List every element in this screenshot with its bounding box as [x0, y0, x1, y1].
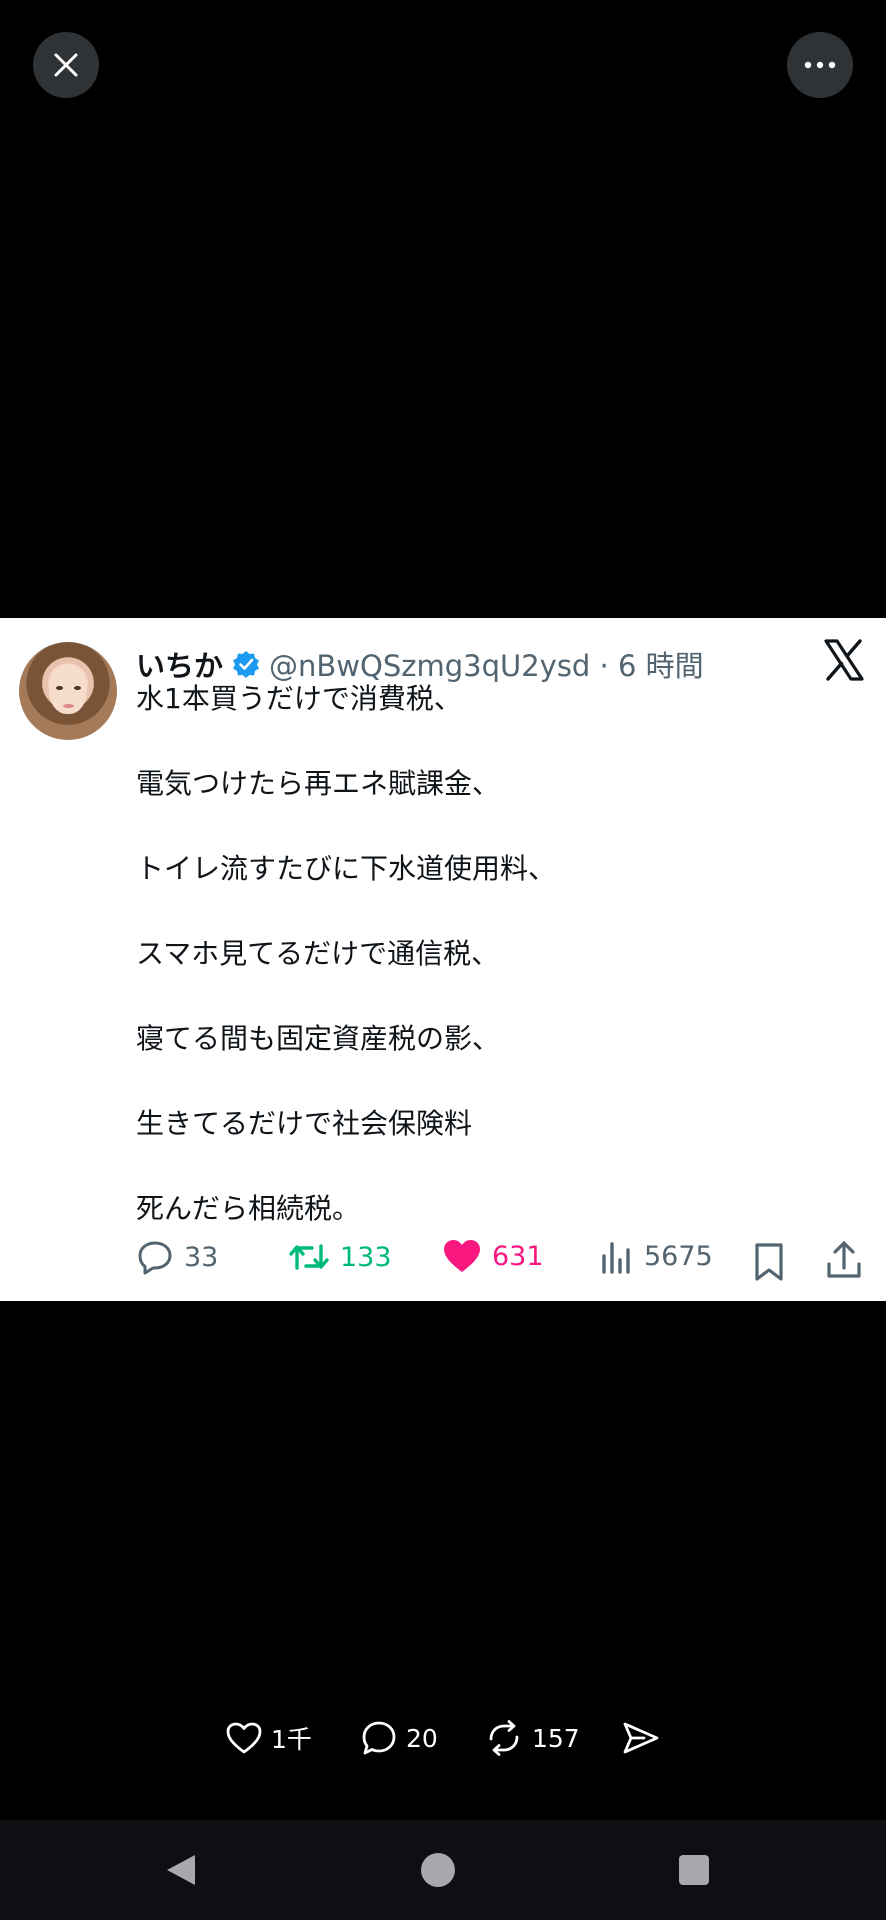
tweet-line: 死んだら相続税。	[136, 1192, 361, 1225]
reply-count: 33	[184, 1241, 219, 1273]
tweet-actions: 33 133 631 5675	[0, 1238, 886, 1288]
verified-badge-icon	[233, 651, 260, 678]
comment-button[interactable]: 20	[360, 1716, 438, 1760]
bookmark-icon	[755, 1243, 783, 1281]
views-count: 5675	[644, 1240, 713, 1272]
comment-icon	[362, 1721, 396, 1755]
tweet-reply-stat: 33	[136, 1238, 218, 1276]
tweet-screenshot[interactable]: いちか @nBwQSzmg3qU2ysd · 6 時間 水1本買うだけで消費税、…	[0, 618, 886, 1301]
tweet-text: 水1本買うだけで消費税、 電気つけたら再エネ賦課金、 トイレ流すたびに下水道使用…	[136, 678, 856, 1230]
tweet-line: 電気つけたら再エネ賦課金、	[136, 767, 501, 800]
tweet-line: トイレ流すたびに下水道使用料、	[136, 852, 557, 885]
tweet-line: 生きてるだけで社会保険料	[136, 1107, 473, 1140]
share-icon	[827, 1241, 861, 1278]
back-icon[interactable]	[163, 1852, 199, 1888]
x-logo-icon	[824, 639, 864, 681]
home-icon[interactable]	[420, 1852, 456, 1888]
views-icon	[602, 1242, 630, 1274]
reply-icon	[138, 1241, 172, 1275]
recent-apps-icon[interactable]	[678, 1854, 710, 1886]
system-navigation-bar	[0, 1820, 886, 1920]
retweet-count: 133	[340, 1241, 392, 1273]
retweet-icon	[289, 1244, 329, 1270]
tweet-line: 水1本買うだけで消費税、	[136, 682, 462, 715]
avatar	[19, 642, 117, 740]
like-count: 1千	[271, 1725, 312, 1754]
repost-count: 157	[532, 1723, 580, 1753]
repost-icon	[489, 1720, 519, 1756]
more-options-button[interactable]	[787, 32, 853, 98]
tweet-like-stat: 631	[442, 1238, 544, 1274]
send-button[interactable]	[622, 1716, 668, 1760]
tweet-line: スマホ見てるだけで通信税、	[136, 937, 500, 970]
close-button[interactable]	[33, 32, 99, 98]
repost-button[interactable]: 157	[484, 1716, 580, 1760]
send-icon	[623, 1722, 659, 1754]
heart-icon	[226, 1722, 262, 1754]
tweet-retweet-stat: 133	[288, 1238, 392, 1276]
like-count: 631	[492, 1240, 544, 1272]
like-button[interactable]: 1千	[225, 1716, 312, 1760]
tweet-line: 寝てる間も固定資産税の影、	[136, 1022, 501, 1055]
more-icon	[804, 61, 836, 69]
comment-count: 20	[406, 1723, 438, 1753]
tweet-views-stat: 5675	[600, 1238, 713, 1274]
close-icon	[54, 53, 78, 77]
heart-filled-icon	[444, 1240, 480, 1272]
